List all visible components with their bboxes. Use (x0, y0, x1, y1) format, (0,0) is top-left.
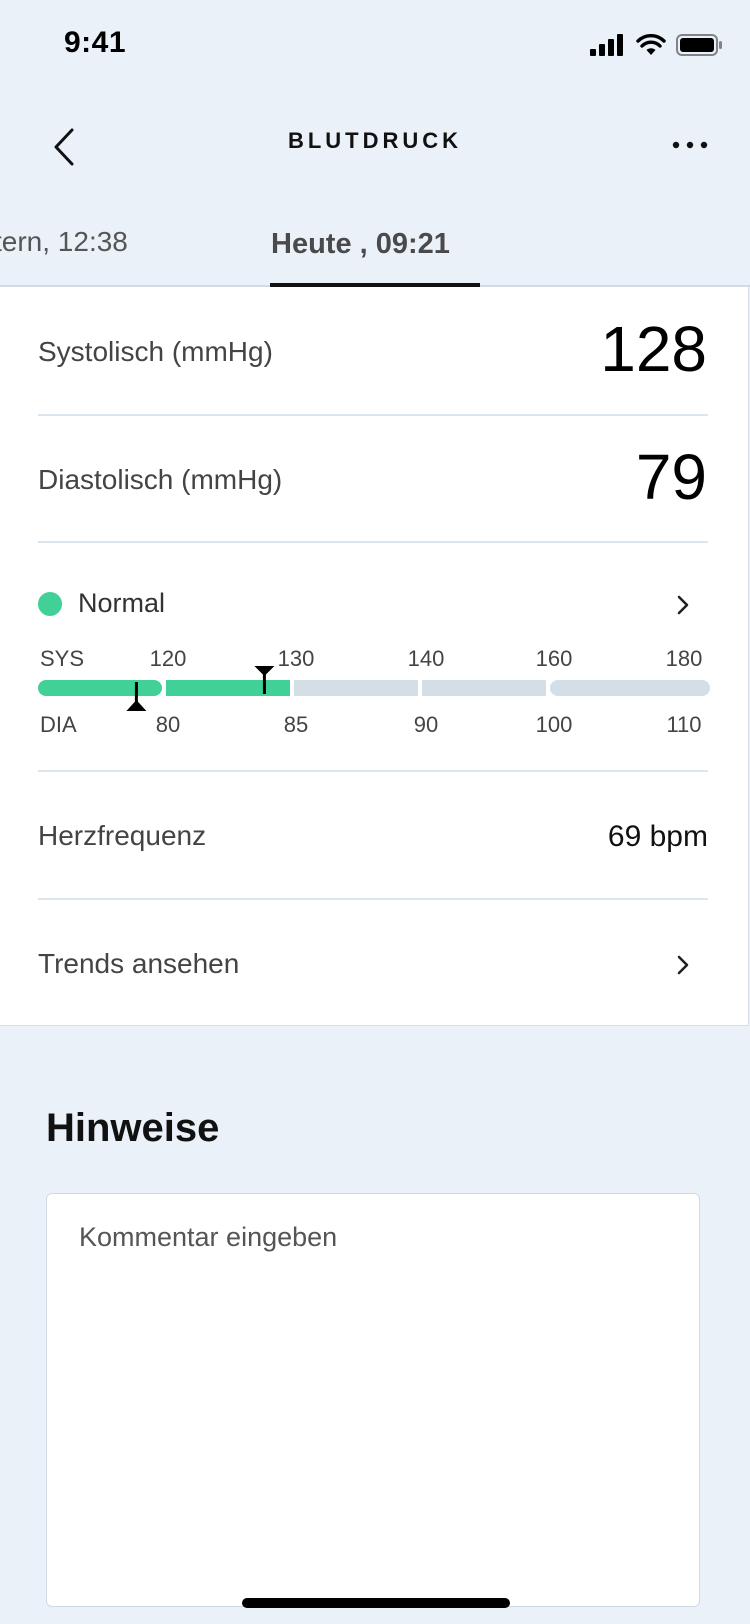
wifi-icon (636, 34, 666, 55)
notes-title: Hinweise (46, 1106, 220, 1150)
classification-label[interactable]: Normal (78, 588, 165, 619)
home-indicator (242, 1598, 510, 1608)
status-dot (38, 592, 62, 616)
heart-rate-value: 69 bpm (607, 820, 708, 853)
divider (38, 541, 708, 543)
diastolic-value: 79 (635, 441, 707, 513)
battery-icon (676, 34, 722, 56)
classification-detail-button[interactable] (672, 590, 694, 625)
comment-input[interactable] (79, 1222, 669, 1582)
dia-scale-label: DIA (40, 712, 77, 737)
notes-box[interactable] (46, 1193, 700, 1607)
chevron-right-icon (677, 595, 689, 615)
dia-tick: 100 (535, 712, 573, 737)
trends-button[interactable] (672, 950, 694, 985)
divider (38, 770, 708, 772)
diastolic-label: Diastolisch (mmHg) (38, 464, 283, 495)
more-button[interactable] (668, 130, 712, 160)
dia-tick: 90 (413, 712, 439, 737)
dia-tick: 80 (155, 712, 181, 737)
status-icons (590, 32, 722, 58)
tab-current-measurement[interactable]: Heute , 09:21 (271, 228, 450, 261)
bar-segment (422, 680, 546, 696)
chevron-right-icon (677, 955, 689, 975)
bp-range-bar (38, 666, 710, 711)
bar-segment (550, 680, 710, 696)
bar-segment (38, 680, 162, 696)
systolic-value: 128 (600, 313, 707, 385)
signal-icon (590, 34, 623, 56)
divider (38, 414, 708, 416)
dia-tick: 110 (666, 712, 702, 737)
systolic-label: Systolisch (mmHg) (38, 336, 273, 367)
tab-previous-measurement[interactable]: tern, 12:38 (0, 226, 128, 258)
ellipsis-icon (672, 141, 708, 149)
trends-label[interactable]: Trends ansehen (38, 948, 239, 980)
page-title: BLUTDRUCK (287, 128, 463, 153)
heart-rate-label: Herzfrequenz (38, 820, 207, 851)
bar-segment (294, 680, 418, 696)
bar-segment (166, 680, 290, 696)
status-time: 9:41 (64, 26, 127, 59)
dia-tick: 85 (283, 712, 309, 737)
